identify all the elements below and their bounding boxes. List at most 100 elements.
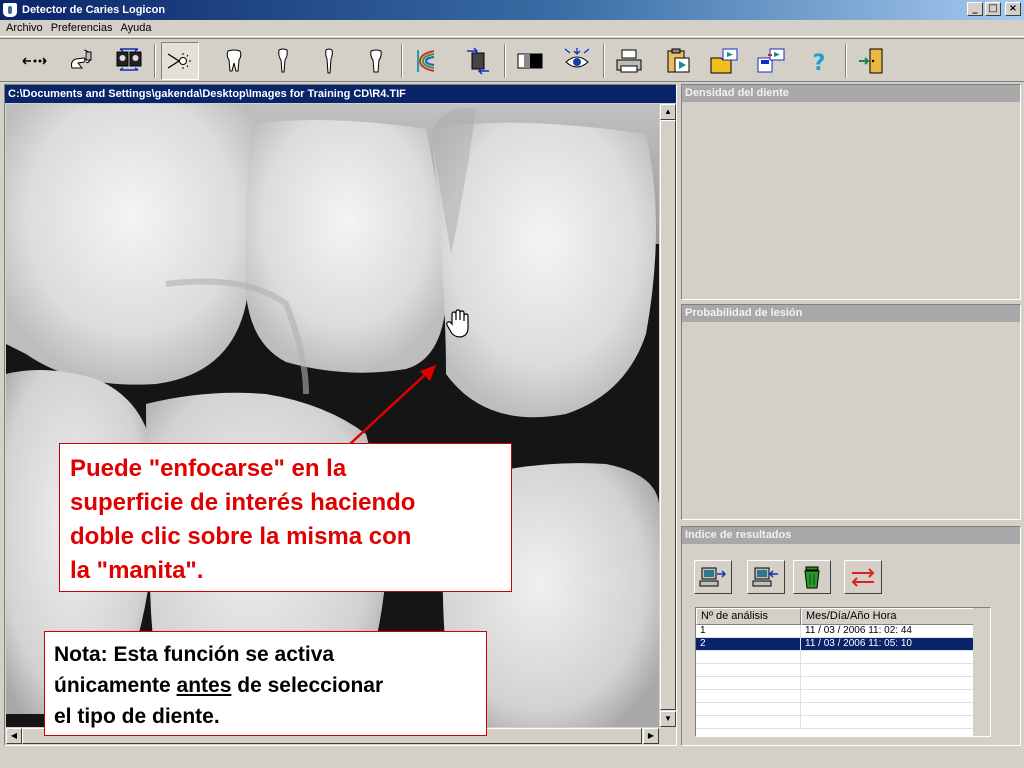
hand-probe-button[interactable] xyxy=(62,42,100,80)
window-title-bar: Detector de Caries Logicon _ □ × xyxy=(0,0,1024,20)
results-panel: Indice de resultados Nº de análisis Mes/… xyxy=(681,526,1021,746)
tooth-app-icon xyxy=(3,3,17,17)
menu-preferencias[interactable]: Preferencias xyxy=(47,22,117,34)
open-folder-button[interactable] xyxy=(705,42,743,80)
tooth-canine-icon xyxy=(325,48,333,74)
focus-tip-callout: Puede "enfocarse" en la superficie de in… xyxy=(59,443,512,592)
focus-tip-line: la "manita". xyxy=(70,557,204,584)
help-button[interactable]: ? xyxy=(800,42,838,80)
tooth-incisor-button[interactable] xyxy=(264,42,302,80)
probability-panel: Probabilidad de lesión xyxy=(681,304,1021,520)
save-file-button[interactable] xyxy=(752,42,790,80)
save-file-icon xyxy=(757,48,785,73)
toolbar-separator xyxy=(603,44,605,78)
note-text: únicamente xyxy=(54,674,177,697)
note-callout: Nota: Esta función se activa únicamente … xyxy=(44,631,487,736)
transfer-result-button[interactable] xyxy=(844,560,882,594)
table-row[interactable]: 1 11 / 03 / 2006 11: 02: 44 xyxy=(696,625,990,638)
tooth-canine-button[interactable] xyxy=(310,42,348,80)
analysis-datetime: 11 / 03 / 2006 11: 05: 10 xyxy=(801,638,975,650)
focus-tip-line: superficie de interés haciendo xyxy=(70,489,416,516)
note-text: de seleccionar xyxy=(231,674,384,697)
table-row-empty xyxy=(696,651,990,664)
computer-export-icon xyxy=(699,567,727,587)
exit-button[interactable] xyxy=(852,42,890,80)
svg-text:?: ? xyxy=(813,51,826,76)
printer-icon xyxy=(616,49,642,73)
compare-images-button[interactable] xyxy=(110,42,148,80)
light-source-button[interactable] xyxy=(161,42,199,80)
minimize-button[interactable]: _ xyxy=(967,2,983,16)
vertical-scroll-thumb[interactable] xyxy=(660,120,676,710)
analysis-number: 1 xyxy=(696,625,801,637)
scroll-up-arrow[interactable]: ▲ xyxy=(660,104,676,120)
density-panel-title: Densidad del diente xyxy=(682,85,1020,102)
toolbar: ? xyxy=(0,38,1024,82)
window-title: Detector de Caries Logicon xyxy=(22,4,166,16)
results-panel-title: Indice de resultados xyxy=(682,527,1020,544)
table-row-empty xyxy=(696,716,990,729)
image-path-title: C:\Documents and Settings\gakenda\Deskto… xyxy=(5,85,676,103)
hand-probe-icon xyxy=(71,49,92,69)
export-result-button[interactable] xyxy=(694,560,732,594)
results-table-header: Nº de análisis Mes/Día/Año Hora xyxy=(696,608,990,625)
tooth-molar-icon xyxy=(226,49,242,72)
window-controls: _ □ × xyxy=(967,2,1021,16)
results-table-scrollbar[interactable] xyxy=(973,608,990,736)
tooth-premolar-icon xyxy=(370,49,382,73)
light-source-icon xyxy=(167,53,191,69)
contrast-button[interactable] xyxy=(511,42,549,80)
exit-door-icon xyxy=(859,48,883,74)
arrows-expand-icon xyxy=(22,57,47,65)
rainbow-scan-icon xyxy=(417,50,435,72)
import-result-button[interactable] xyxy=(747,560,785,594)
results-table[interactable]: Nº de análisis Mes/Día/Año Hora 1 11 / 0… xyxy=(695,607,991,737)
scroll-left-arrow[interactable]: ◀ xyxy=(6,728,22,744)
tooth-molar-button[interactable] xyxy=(215,42,253,80)
delete-result-button[interactable] xyxy=(793,560,831,594)
image-vertical-scrollbar[interactable]: ▲ ▼ xyxy=(660,104,676,727)
arrows-expand-button[interactable] xyxy=(16,42,54,80)
tooth-incisor-icon xyxy=(278,48,288,73)
note-line: Nota: Esta función se activa xyxy=(54,643,335,666)
clipboard-play-icon xyxy=(667,48,690,73)
close-button[interactable]: × xyxy=(1005,2,1021,16)
analysis-datetime: 11 / 03 / 2006 11: 02: 44 xyxy=(801,625,975,637)
scroll-down-arrow[interactable]: ▼ xyxy=(660,711,676,727)
computer-import-icon xyxy=(752,567,778,587)
eye-zoom-button[interactable] xyxy=(558,42,596,80)
menu-ayuda[interactable]: Ayuda xyxy=(116,22,155,34)
menu-archivo[interactable]: Archivo xyxy=(2,22,47,34)
menu-bar: Archivo Preferencias Ayuda xyxy=(0,20,1024,37)
callout-arrow xyxy=(349,365,436,445)
table-row-empty xyxy=(696,703,990,716)
eye-zoom-icon xyxy=(564,48,590,68)
table-row-empty xyxy=(696,664,990,677)
trash-icon xyxy=(804,566,820,589)
table-row-empty xyxy=(696,690,990,703)
hand-cursor-icon xyxy=(446,309,469,338)
transfer-arrows-icon xyxy=(851,568,875,587)
clipboard-play-button[interactable] xyxy=(659,42,697,80)
toolbar-separator xyxy=(845,44,847,78)
note-line: el tipo de diente. xyxy=(54,705,220,728)
toolbar-separator xyxy=(154,44,156,78)
toolbar-separator xyxy=(504,44,506,78)
table-row-selected[interactable]: 2 11 / 03 / 2006 11: 05: 10 xyxy=(696,638,990,651)
maximize-button[interactable]: □ xyxy=(985,2,1001,16)
column-header-analysis[interactable]: Nº de análisis xyxy=(696,608,801,625)
open-folder-icon xyxy=(710,48,738,74)
density-panel: Densidad del diente xyxy=(681,84,1021,300)
focus-tip-line: Puede "enfocarse" en la xyxy=(70,455,347,482)
rotate-image-button[interactable] xyxy=(459,42,497,80)
table-row-empty xyxy=(696,677,990,690)
printer-button[interactable] xyxy=(610,42,648,80)
rainbow-scan-button[interactable] xyxy=(408,42,446,80)
tooth-premolar-button[interactable] xyxy=(357,42,395,80)
column-header-datetime[interactable]: Mes/Día/Año Hora xyxy=(801,608,975,625)
probability-panel-title: Probabilidad de lesión xyxy=(682,305,1020,322)
help-icon: ? xyxy=(813,51,826,76)
note-line: únicamente antes de seleccionar xyxy=(54,670,477,701)
scroll-right-arrow[interactable]: ▶ xyxy=(643,728,659,744)
rotate-image-icon xyxy=(467,47,489,75)
